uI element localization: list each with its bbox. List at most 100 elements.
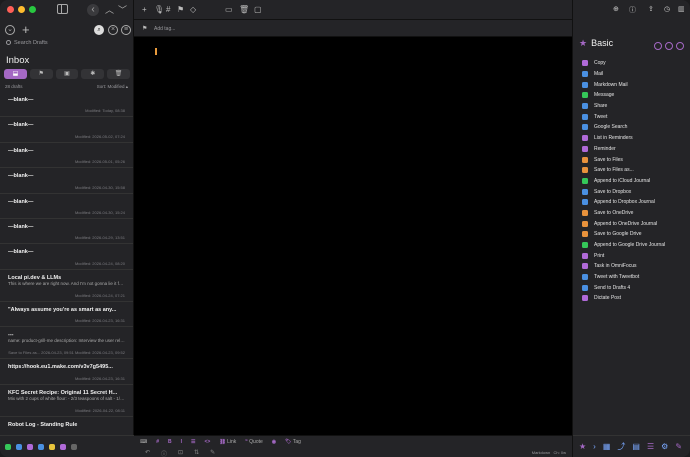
- info-icon[interactable]: ⓘ: [629, 5, 636, 15]
- action-item[interactable]: List in Reminders: [582, 133, 665, 144]
- tag-button[interactable]: 🏷 Tag: [285, 439, 301, 445]
- workspace-icon[interactable]: [5, 443, 11, 450]
- grid-icon[interactable]: ▦: [603, 442, 611, 451]
- draft-list-item[interactable]: —blank— Modified: 2026-05-02, 07:24: [0, 117, 133, 143]
- new-draft-icon[interactable]: +: [142, 5, 147, 14]
- minimize-window-button[interactable]: [18, 6, 25, 13]
- sort-dropdown[interactable]: Sort: Modified ▴: [97, 84, 128, 90]
- eye-icon[interactable]: ◉: [272, 439, 276, 445]
- bubble-icon[interactable]: [38, 443, 44, 450]
- action-item[interactable]: Append to Google Drive Journal: [582, 240, 665, 251]
- draft-list-item[interactable]: —blank— Modified: 2026-04-24, 08:20: [0, 244, 133, 270]
- menu-icon[interactable]: [654, 42, 662, 50]
- flag-icon[interactable]: ⚑: [142, 25, 147, 32]
- tag-input[interactable]: Add tag...: [154, 26, 175, 32]
- trash-icon[interactable]: 🗑: [239, 5, 249, 14]
- pencil-icon[interactable]: ✎: [210, 449, 215, 457]
- share-icon[interactable]: ⤴: [617, 441, 625, 452]
- add-icon[interactable]: [676, 42, 684, 50]
- editor-text-area[interactable]: [134, 37, 572, 435]
- action-item[interactable]: Save to Dropbox: [582, 186, 665, 197]
- action-item[interactable]: Mail: [582, 69, 665, 80]
- tag-icon[interactable]: ◇: [190, 5, 196, 14]
- bold-button[interactable]: B: [168, 439, 172, 445]
- menu-icon[interactable]: ⌄: [5, 25, 15, 35]
- sidebar-toggle-icon[interactable]: [57, 4, 68, 14]
- tab-trash[interactable]: 🗑: [107, 69, 130, 79]
- action-item[interactable]: Save to Files as...: [582, 165, 665, 176]
- clock-icon[interactable]: ◷: [664, 5, 670, 13]
- heading-button[interactable]: #: [156, 439, 159, 445]
- filter-icon[interactable]: ≡: [121, 25, 131, 35]
- list-button[interactable]: ☰: [191, 439, 195, 445]
- chevron-up-icon[interactable]: ︿: [105, 3, 114, 16]
- keyboard-icon[interactable]: ⌨: [140, 439, 147, 445]
- action-item[interactable]: Append to Dropbox Journal: [582, 197, 665, 208]
- draft-list-item[interactable]: —blank— Modified: 2026-04-29, 13:51: [0, 219, 133, 245]
- link-button[interactable]: ⛓ Link: [219, 439, 236, 445]
- action-item[interactable]: Save to Google Drive: [582, 229, 665, 240]
- tab-inbox[interactable]: ⬓: [4, 69, 27, 79]
- action-item[interactable]: Save to Files: [582, 154, 665, 165]
- star-icon[interactable]: ★: [579, 442, 586, 451]
- info-icon[interactable]: ⓘ: [161, 449, 167, 457]
- action-item[interactable]: Dictate Post: [582, 293, 665, 304]
- draft-list-item[interactable]: Local pi.dev & LLMs This is where we are …: [0, 270, 133, 302]
- draft-list-item[interactable]: https://hook.eu1.make.com/v3v7g5495... Mo…: [0, 359, 133, 385]
- draft-list-item[interactable]: —blank— Modified: 2026-04-30, 15:58: [0, 168, 133, 194]
- zoom-window-button[interactable]: [29, 6, 36, 13]
- tab-archive[interactable]: ▣: [55, 69, 79, 79]
- link-icon[interactable]: [16, 443, 22, 450]
- microphone-icon[interactable]: 🎙: [154, 5, 164, 14]
- search-icon[interactable]: [665, 42, 673, 50]
- close-window-button[interactable]: [7, 6, 14, 13]
- sidebar-icon[interactable]: ▥: [678, 5, 685, 13]
- search-icon[interactable]: ⌕: [94, 25, 104, 35]
- draft-list-item[interactable]: —blank— Modified: 2026-05-01, 05:26: [0, 143, 133, 169]
- window-icon[interactable]: ▢: [254, 5, 262, 14]
- clear-icon[interactable]: ×: [108, 25, 118, 35]
- action-item[interactable]: Save to OneDrive: [582, 208, 665, 219]
- action-item[interactable]: Send to Drafts 4: [582, 282, 665, 293]
- calendar-icon[interactable]: ▤: [632, 442, 640, 451]
- tab-all[interactable]: ✱: [81, 69, 105, 79]
- action-item[interactable]: Print: [582, 250, 665, 261]
- chat-icon[interactable]: [27, 443, 33, 450]
- action-item[interactable]: Share: [582, 101, 665, 112]
- new-draft-button[interactable]: +: [22, 22, 30, 37]
- action-item[interactable]: Tweet with Tweetbot: [582, 272, 665, 283]
- gear-icon[interactable]: [71, 443, 77, 450]
- action-group-header[interactable]: ★ Basic: [579, 38, 613, 49]
- zoom-icon[interactable]: ⊕: [613, 5, 619, 13]
- pencil-icon[interactable]: ✎: [675, 442, 682, 451]
- gear-icon[interactable]: ⚙: [661, 442, 668, 451]
- undo-icon[interactable]: ↶: [145, 449, 150, 457]
- chevron-left-icon[interactable]: ‹: [87, 4, 99, 16]
- code-button[interactable]: <>: [205, 439, 211, 445]
- action-item[interactable]: Append to iCloud Journal: [582, 176, 665, 187]
- draft-list-item[interactable]: --- name: product-grill-me description: I…: [0, 327, 133, 360]
- chevron-down-icon[interactable]: ﹀: [118, 3, 127, 16]
- inbox-icon[interactable]: [60, 443, 66, 450]
- action-item[interactable]: Google Search: [582, 122, 665, 133]
- tab-flagged[interactable]: ⚑: [29, 69, 53, 79]
- action-item[interactable]: Copy: [582, 58, 665, 69]
- share-icon[interactable]: ⇪: [648, 5, 654, 13]
- draft-list-item[interactable]: —blank— Modified: Today, 08:38: [0, 92, 133, 118]
- action-item[interactable]: Message: [582, 90, 665, 101]
- syntax-mode[interactable]: Markdown: [532, 450, 550, 455]
- action-item[interactable]: Reminder: [582, 144, 665, 155]
- action-item[interactable]: Tweet: [582, 111, 665, 122]
- flag-icon[interactable]: ⚑: [177, 5, 184, 14]
- arrows-icon[interactable]: ⇅: [194, 449, 199, 457]
- draft-list-item[interactable]: KFC Secret Recipe: Original 11 Secret H.…: [0, 385, 133, 417]
- chevron-right-icon[interactable]: ›: [593, 442, 596, 451]
- italic-button[interactable]: I: [181, 439, 182, 445]
- quote-button[interactable]: “ Quote: [245, 439, 263, 445]
- action-item[interactable]: Task in OmniFocus: [582, 261, 665, 272]
- draft-list-item[interactable]: —blank— Modified: 2026-04-30, 15:24: [0, 194, 133, 219]
- archive-icon[interactable]: ▭: [225, 5, 233, 14]
- select-icon[interactable]: ⊡: [178, 449, 183, 457]
- search-field[interactable]: Search Drafts: [6, 40, 48, 46]
- tree-icon[interactable]: [49, 443, 55, 450]
